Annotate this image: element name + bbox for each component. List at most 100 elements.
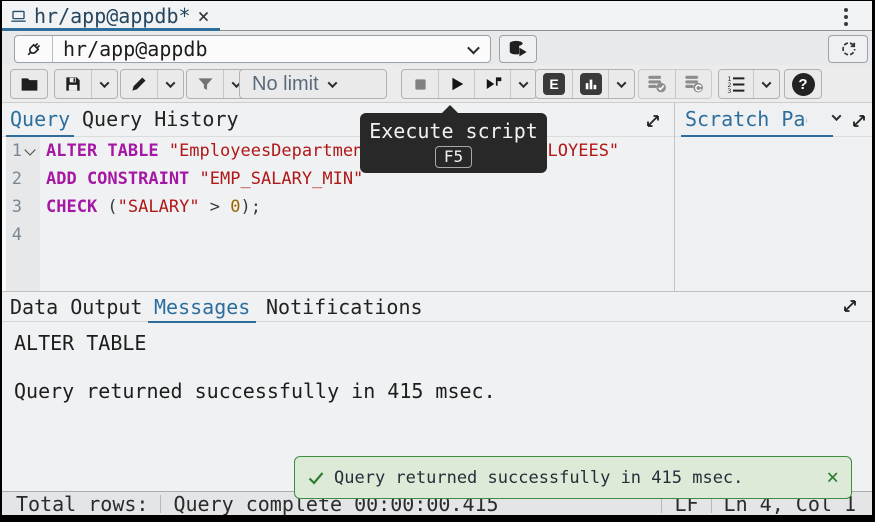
chevron-down-icon [166, 78, 176, 88]
folder-icon [19, 74, 40, 95]
stop-button[interactable] [402, 70, 438, 98]
rollback-button[interactable] [675, 70, 711, 98]
chevron-down-icon [519, 78, 529, 88]
separator [160, 495, 161, 513]
open-file-group [10, 69, 48, 99]
query-panel-tabs: Query Query History [2, 103, 674, 137]
database-rollback-icon [683, 73, 705, 95]
explain-button[interactable]: E [536, 70, 572, 98]
sql-editor[interactable]: 1ALTER TABLE "EmployeesDepartments_Salar… [2, 137, 674, 291]
commit-button[interactable] [639, 70, 675, 98]
tooltip-shortcut-key: F5 [435, 146, 472, 168]
editor-lines: 1ALTER TABLE "EmployeesDepartments_Salar… [2, 137, 674, 249]
edit-group [120, 69, 184, 99]
help-button[interactable]: ? [785, 70, 821, 98]
tab-scratch-pad[interactable]: Scratch Pad [685, 107, 807, 131]
edit-button[interactable] [121, 70, 157, 98]
stop-icon [411, 75, 430, 94]
code-line[interactable]: 4 [2, 221, 674, 249]
fold-chevron-icon[interactable] [24, 144, 35, 155]
question-mark-icon: ? [792, 73, 815, 96]
explain-icon: E [543, 73, 565, 95]
code-line[interactable]: 2ADD CONSTRAINT "EMP_SALARY_MIN" [2, 165, 674, 193]
kebab-menu-icon[interactable] [842, 6, 850, 28]
pgadmin-query-tool-window: hr/app@appdb* × hr/app@appdb [0, 0, 875, 522]
open-file-button[interactable] [11, 70, 47, 98]
svg-text:3: 3 [727, 87, 731, 95]
message-line: Query returned successfully in 415 msec. [14, 379, 496, 403]
transaction-group [638, 69, 712, 99]
chevron-down-icon[interactable] [467, 41, 480, 54]
execute-button[interactable] [438, 70, 474, 98]
scratch-pad-panel: Scratch Pad [674, 103, 872, 291]
expand-icon[interactable] [643, 111, 663, 131]
database-commit-icon [646, 73, 668, 95]
refresh-icon [838, 39, 858, 59]
check-icon [307, 469, 325, 487]
app-surface: hr/app@appdb* × hr/app@appdb [2, 1, 872, 515]
macro-options-button[interactable] [753, 70, 779, 98]
bar-chart-icon [580, 73, 602, 95]
explain-options-button[interactable] [608, 70, 634, 98]
close-icon[interactable]: × [826, 467, 839, 488]
new-connection-button[interactable] [499, 35, 537, 63]
macro-group: 1 2 3 [718, 69, 780, 99]
message-line [14, 355, 496, 379]
explain-analyze-button[interactable] [572, 70, 608, 98]
execute-group [401, 69, 537, 99]
output-tabs: Data Output Messages Notifications [2, 292, 872, 322]
tab-messages[interactable]: Messages [154, 295, 250, 319]
connection-selector[interactable]: hr/app@appdb [14, 35, 491, 63]
save-group [54, 69, 118, 99]
chevron-down-icon [327, 78, 337, 88]
total-rows-label: Total rows: [2, 492, 148, 516]
messages-content: ALTER TABLE Query returned successfully … [2, 323, 496, 403]
save-button[interactable] [55, 70, 91, 98]
document-tabbar: hr/app@appdb* × [2, 1, 872, 31]
chevron-down-icon[interactable] [832, 111, 842, 121]
tooltip-label: Execute script [369, 119, 538, 143]
execute-options-button[interactable] [474, 70, 510, 98]
tab-query[interactable]: Query [10, 107, 70, 131]
macro-button[interactable]: 1 2 3 [719, 70, 753, 98]
row-limit-value: No limit [240, 73, 329, 96]
limit-group: No limit [239, 69, 387, 99]
code-line[interactable]: 1ALTER TABLE "EmployeesDepartments_Salar… [2, 137, 674, 165]
reset-layout-button[interactable] [828, 35, 868, 63]
tab-query-history[interactable]: Query History [82, 107, 239, 131]
tab-query-tool[interactable]: hr/app@appdb* × [2, 1, 220, 31]
execute-tooltip: Execute script F5 [360, 113, 547, 173]
execute-menu-button[interactable] [510, 70, 536, 98]
message-line: ALTER TABLE [14, 331, 496, 355]
tab-data-output[interactable]: Data Output [10, 295, 142, 319]
floppy-save-icon [63, 74, 83, 94]
save-options-button[interactable] [91, 70, 117, 98]
explain-group: E [535, 69, 635, 99]
laptop-icon [10, 8, 27, 25]
tab-notifications[interactable]: Notifications [266, 295, 423, 319]
plug-icon [15, 36, 53, 62]
chevron-down-icon [100, 78, 110, 88]
active-tab-underline [2, 28, 220, 31]
close-icon[interactable]: × [198, 6, 210, 26]
scratch-pad-area[interactable] [675, 137, 872, 291]
query-toolbar: No limit [2, 65, 872, 103]
play-flag-icon [483, 74, 503, 94]
tab-title: hr/app@appdb* [34, 4, 191, 28]
expand-icon[interactable] [849, 111, 869, 131]
code-line[interactable]: 3CHECK ("SALARY" > 0); [2, 193, 674, 221]
filter-button[interactable] [187, 70, 223, 98]
numbered-list-icon: 1 2 3 [726, 74, 747, 95]
expand-icon[interactable] [840, 296, 860, 316]
chevron-down-icon [762, 78, 772, 88]
chevron-down-icon [617, 78, 627, 88]
play-icon [447, 74, 467, 94]
funnel-filter-icon [195, 74, 216, 95]
connection-row: hr/app@appdb [2, 32, 872, 65]
query-panel: Query Query History 1ALTER TABLE "Employ… [2, 103, 674, 291]
success-toast: Query returned successfully in 415 msec.… [294, 456, 852, 499]
edit-options-button[interactable] [157, 70, 183, 98]
row-limit-select[interactable]: No limit [240, 70, 386, 98]
help-group: ? [784, 69, 822, 99]
scratch-pad-header: Scratch Pad [675, 103, 872, 137]
